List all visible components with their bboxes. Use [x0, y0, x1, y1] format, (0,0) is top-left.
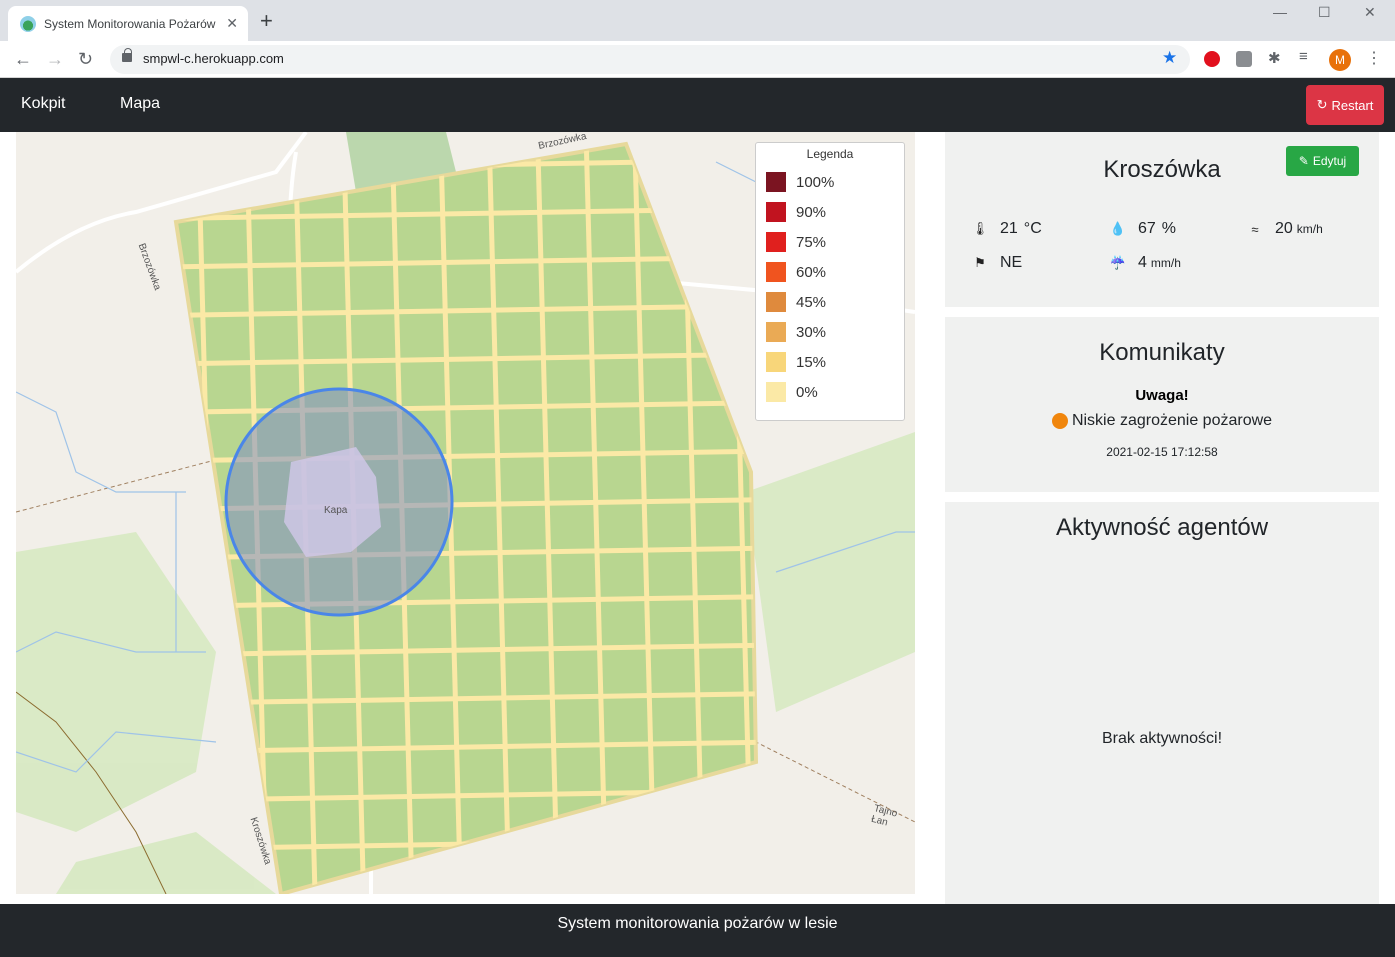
legend-swatch	[766, 322, 786, 342]
restart-button[interactable]: ↻ Restart	[1306, 85, 1384, 125]
thermometer-icon: 🌡	[971, 221, 989, 236]
app-navbar: Kokpit Mapa ↻ Restart	[0, 78, 1395, 132]
agents-empty-message: Brak aktywności!	[1101, 730, 1223, 747]
risk-level-dot-icon	[1051, 413, 1068, 429]
temperature-value: 21	[1000, 220, 1018, 237]
legend-swatch	[766, 202, 786, 222]
legend-item: 30%	[756, 317, 904, 347]
message-text: Niskie zagrożenie pożarowe	[1071, 412, 1273, 429]
legend-swatch	[766, 382, 786, 402]
legend-item: 100%	[756, 167, 904, 197]
legend-label: 0%	[796, 383, 818, 401]
wind-speed-value: 20	[1275, 220, 1293, 237]
browser-menu-icon[interactable]: ⋮	[1366, 48, 1382, 68]
bookmark-star-icon[interactable]: ★	[1162, 48, 1177, 68]
legend-item: 75%	[756, 227, 904, 257]
agents-panel: Aktywność agentów Brak aktywności!	[945, 502, 1379, 904]
temperature-stat: 🌡 21 °C	[970, 220, 1042, 238]
messages-title: Komunikaty	[1099, 339, 1225, 366]
messages-panel: Komunikaty Uwaga! Niskie zagrożenie poża…	[945, 317, 1379, 492]
humidity-unit: %	[1161, 220, 1177, 237]
new-tab-button[interactable]: +	[260, 10, 273, 32]
legend-item: 60%	[756, 257, 904, 287]
precipitation-stat: ☔ 4 mm/h	[1108, 254, 1181, 272]
url-text: smpwl-c.herokuapp.com	[143, 51, 284, 66]
legend-item: 45%	[756, 287, 904, 317]
forward-icon[interactable]: →	[46, 48, 64, 70]
browser-titlebar: System Monitorowania Pożarów ✕ + — ☐ ✕	[0, 0, 1395, 41]
message-heading: Uwaga!	[1135, 387, 1189, 404]
site-favicon-icon	[20, 15, 36, 32]
maximize-icon[interactable]: ☐	[1318, 4, 1331, 21]
reload-icon[interactable]: ↻	[78, 48, 93, 70]
adblock-extension-icon[interactable]	[1204, 51, 1220, 67]
wind-icon: ≈	[1251, 221, 1259, 237]
legend-label: 75%	[796, 233, 827, 251]
back-icon[interactable]: ←	[14, 48, 32, 70]
forest-map[interactable]: Brzozówka Brzozówka Kapa Kroszówka Tajno…	[16, 132, 915, 894]
message-timestamp: 2021-02-15 17:12:58	[1106, 445, 1218, 459]
legend-swatch	[766, 172, 786, 192]
precipitation-value: 4	[1138, 254, 1147, 271]
map-legend: Legenda 100% 90% 75% 60% 45% 30% 15% 0%	[755, 142, 905, 421]
temperature-unit: °C	[1023, 220, 1042, 237]
legend-label: 100%	[796, 173, 835, 191]
restart-label: Restart	[1331, 97, 1374, 113]
minimize-icon[interactable]: —	[1273, 4, 1287, 20]
legend-swatch	[766, 262, 786, 282]
place-label-kapa: Kapa	[324, 505, 348, 516]
profile-avatar[interactable]: M	[1329, 49, 1351, 71]
edit-button[interactable]: ✎ Edytuj	[1286, 146, 1359, 176]
legend-item: 0%	[756, 377, 904, 407]
legend-swatch	[766, 352, 786, 372]
lock-icon	[122, 48, 132, 62]
address-bar[interactable]: smpwl-c.herokuapp.com ★	[110, 45, 1190, 74]
message-line: Niskie zagrożenie pożarowe	[945, 412, 1379, 430]
legend-swatch	[766, 292, 786, 312]
nav-link-mapa[interactable]: Mapa	[120, 95, 160, 113]
edit-label: Edytuj	[1312, 154, 1347, 168]
browser-toolbar: ← → ↻ smpwl-c.herokuapp.com ★ ✱ ≡ M ⋮	[0, 41, 1395, 78]
legend-title: Legenda	[806, 147, 854, 161]
nav-link-kokpit[interactable]: Kokpit	[21, 95, 65, 113]
puzzle-extensions-icon[interactable]: ✱	[1268, 49, 1284, 67]
page-footer: System monitorowania pożarów w lesie	[0, 904, 1395, 957]
wind-speed-stat: ≈ 20 km/h	[1245, 220, 1323, 238]
legend-label: 15%	[796, 353, 827, 371]
droplet-icon: 💧	[1109, 221, 1127, 236]
window-close-icon[interactable]: ✕	[1364, 4, 1376, 21]
browser-tab[interactable]: System Monitorowania Pożarów ✕	[8, 6, 248, 41]
grid-line-horizontal	[176, 157, 756, 173]
legend-swatch	[766, 232, 786, 252]
weather-panel: Kroszówka ✎ Edytuj 🌡 21 °C 💧 67 % ≈ 20 k…	[945, 132, 1379, 307]
precipitation-unit: mm/h	[1150, 256, 1181, 270]
legend-label: 90%	[796, 203, 827, 221]
legend-item: 90%	[756, 197, 904, 227]
humidity-stat: 💧 67 %	[1108, 220, 1176, 238]
flag-icon: ⚑	[974, 255, 986, 270]
wind-speed-unit: km/h	[1296, 222, 1323, 236]
legend-item: 15%	[756, 347, 904, 377]
rain-cloud-icon: ☔	[1109, 255, 1127, 270]
tab-title: System Monitorowania Pożarów	[44, 16, 216, 31]
legend-label: 45%	[796, 293, 827, 311]
legend-label: 60%	[796, 263, 827, 281]
pencil-icon: ✎	[1298, 154, 1309, 168]
wind-direction-stat: ⚑ NE	[970, 254, 1022, 272]
tab-close-icon[interactable]: ✕	[226, 15, 238, 32]
agents-title: Aktywność agentów	[1055, 514, 1269, 541]
wind-direction-value: NE	[1000, 254, 1023, 271]
humidity-value: 67	[1138, 220, 1156, 237]
refresh-icon: ↻	[1316, 97, 1328, 112]
media-control-icon[interactable]: ≡	[1299, 48, 1315, 65]
extension-icon[interactable]	[1236, 51, 1252, 67]
legend-label: 30%	[796, 323, 827, 341]
